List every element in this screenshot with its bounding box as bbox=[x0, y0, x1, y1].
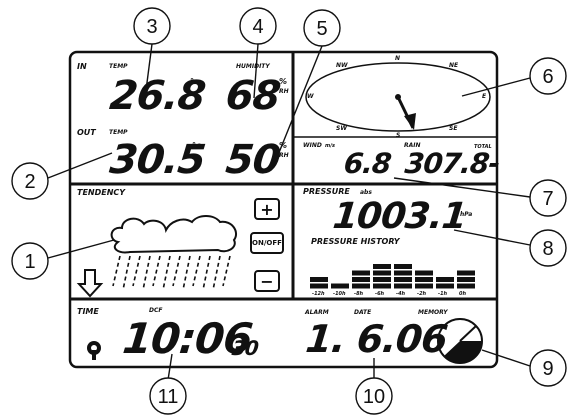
callout-6: 6 bbox=[529, 57, 567, 95]
pressure-history-tick: -12h bbox=[312, 291, 325, 297]
pressure-history-bar-segment bbox=[373, 277, 391, 282]
pressure-history-tick: -1h bbox=[438, 291, 448, 297]
compass-label-n: N bbox=[395, 55, 401, 62]
pressure-history-tick: -6h bbox=[375, 291, 385, 297]
pressure-history-bars bbox=[310, 264, 475, 289]
pressure-history-tick: -2h bbox=[417, 291, 427, 297]
on-off-button[interactable]: ON/OFF bbox=[250, 232, 284, 254]
memory-label: MEMORY bbox=[418, 309, 448, 316]
svg-text:5: 5 bbox=[316, 18, 327, 40]
svg-text:1: 1 bbox=[24, 251, 35, 273]
pressure-history-label: PRESSURE HISTORY bbox=[311, 237, 400, 246]
pressure-history-bar-segment bbox=[352, 270, 370, 276]
indoor-humidity-unit: % bbox=[279, 77, 288, 86]
compass-label-se: SE bbox=[449, 125, 458, 132]
pressure-history-bar-segment bbox=[352, 283, 370, 289]
pressure-history-bar-segment bbox=[352, 277, 370, 282]
minus-button[interactable]: − bbox=[254, 270, 280, 292]
pressure-history-bar-segment bbox=[373, 283, 391, 289]
compass-label-nw: NW bbox=[336, 62, 348, 69]
callout-11: 11 bbox=[149, 377, 187, 415]
pressure-history-bar-segment bbox=[415, 270, 433, 276]
pressure-history-bar-segment bbox=[394, 264, 412, 269]
pressure-history-tick: 0h bbox=[459, 291, 467, 297]
pressure-history-bar-segment bbox=[373, 270, 391, 276]
pressure-value: 1003.1 bbox=[330, 196, 469, 237]
alarm-label: ALARM bbox=[305, 309, 329, 316]
indoor-humidity-value: 68 bbox=[223, 73, 283, 119]
outdoor-humidity-unit: % bbox=[279, 141, 288, 150]
pressure-history-bar-segment bbox=[436, 283, 454, 289]
outdoor-temp-unit: °c bbox=[192, 141, 201, 150]
svg-text:2: 2 bbox=[24, 171, 35, 193]
outdoor-humidity-value: 50 bbox=[223, 137, 283, 183]
pressure-history-bar-segment bbox=[415, 283, 433, 289]
callout-5: 5 bbox=[303, 9, 341, 47]
svg-text:9: 9 bbox=[542, 358, 553, 380]
rain-value: 307.8- bbox=[403, 147, 501, 180]
callout-9: 9 bbox=[529, 349, 567, 387]
pressure-history-bar-segment bbox=[457, 283, 475, 289]
pressure-history-bar-segment bbox=[415, 277, 433, 282]
compass-label-sw: SW bbox=[336, 125, 347, 132]
compass-label-s: S bbox=[396, 132, 401, 139]
compass-label-e: E bbox=[482, 93, 487, 100]
callout-10: 10 bbox=[355, 377, 393, 415]
wind-value: 6.8 bbox=[342, 147, 393, 180]
indoor-temp-label: TEMP bbox=[109, 63, 128, 70]
time-label: TIME bbox=[77, 307, 99, 316]
svg-text:6: 6 bbox=[542, 66, 553, 88]
date-value: 1. 6.06 bbox=[303, 317, 450, 361]
cloud-rain-icon bbox=[110, 215, 238, 291]
pressure-unit: hPa bbox=[460, 211, 473, 218]
indoor-label: IN bbox=[77, 62, 87, 71]
callout-7: 7 bbox=[529, 179, 567, 217]
outdoor-temp-label: TEMP bbox=[109, 129, 128, 136]
tendency-down-arrow-icon bbox=[76, 269, 104, 298]
pressure-label: PRESSURE bbox=[303, 187, 350, 196]
outdoor-label: OUT bbox=[77, 128, 96, 137]
wind-direction-needle bbox=[395, 94, 416, 130]
svg-text:10: 10 bbox=[363, 386, 385, 408]
pressure-history-bar-segment bbox=[457, 277, 475, 282]
weather-station-diagram: 1 2 3 4 5 6 7 8 9 10 11 IN TEMP HUMIDITY… bbox=[0, 0, 571, 417]
svg-text:11: 11 bbox=[158, 386, 179, 408]
pressure-history-bar-segment bbox=[436, 277, 454, 282]
pressure-history-bar-segment bbox=[331, 283, 349, 289]
compass-label-w: W bbox=[307, 93, 314, 100]
svg-text:7: 7 bbox=[542, 188, 553, 210]
plus-button[interactable]: + bbox=[254, 198, 280, 220]
indoor-humidity-label: HUMIDITY bbox=[236, 63, 270, 70]
date-label: DATE bbox=[354, 309, 372, 316]
callout-3: 3 bbox=[133, 7, 171, 45]
pressure-history-tick: -8h bbox=[354, 291, 364, 297]
indoor-temp-unit: °c bbox=[190, 77, 199, 86]
indoor-humidity-unit-sub: RH bbox=[279, 88, 289, 95]
compass-label-ne: NE bbox=[449, 62, 459, 69]
pressure-history-bar-segment bbox=[394, 283, 412, 289]
pressure-history-tick: -10h bbox=[333, 291, 346, 297]
svg-text:4: 4 bbox=[252, 16, 263, 38]
wind-unit: m/s bbox=[325, 143, 336, 149]
pressure-history-bar-segment bbox=[457, 270, 475, 276]
pressure-history-bar-segment bbox=[310, 283, 328, 289]
callout-8: 8 bbox=[529, 229, 567, 267]
pressure-history-bar-segment bbox=[394, 270, 412, 276]
outdoor-humidity-unit-sub: RH bbox=[279, 152, 289, 159]
svg-text:8: 8 bbox=[542, 238, 553, 260]
pressure-history-bar-segment bbox=[310, 277, 328, 282]
svg-text:3: 3 bbox=[146, 16, 157, 38]
callout-1: 1 bbox=[11, 242, 49, 280]
radio-reception-icon bbox=[87, 341, 101, 360]
pressure-history-bar-segment bbox=[394, 277, 412, 282]
callout-4: 4 bbox=[239, 7, 277, 45]
callout-2: 2 bbox=[11, 162, 49, 200]
wind-label: WIND bbox=[303, 142, 322, 149]
pressure-history-bar-segment bbox=[373, 264, 391, 269]
tendency-label: TENDENCY bbox=[77, 188, 126, 197]
pressure-history-tick: -4h bbox=[396, 291, 406, 297]
time-seconds: 30 bbox=[230, 336, 260, 360]
